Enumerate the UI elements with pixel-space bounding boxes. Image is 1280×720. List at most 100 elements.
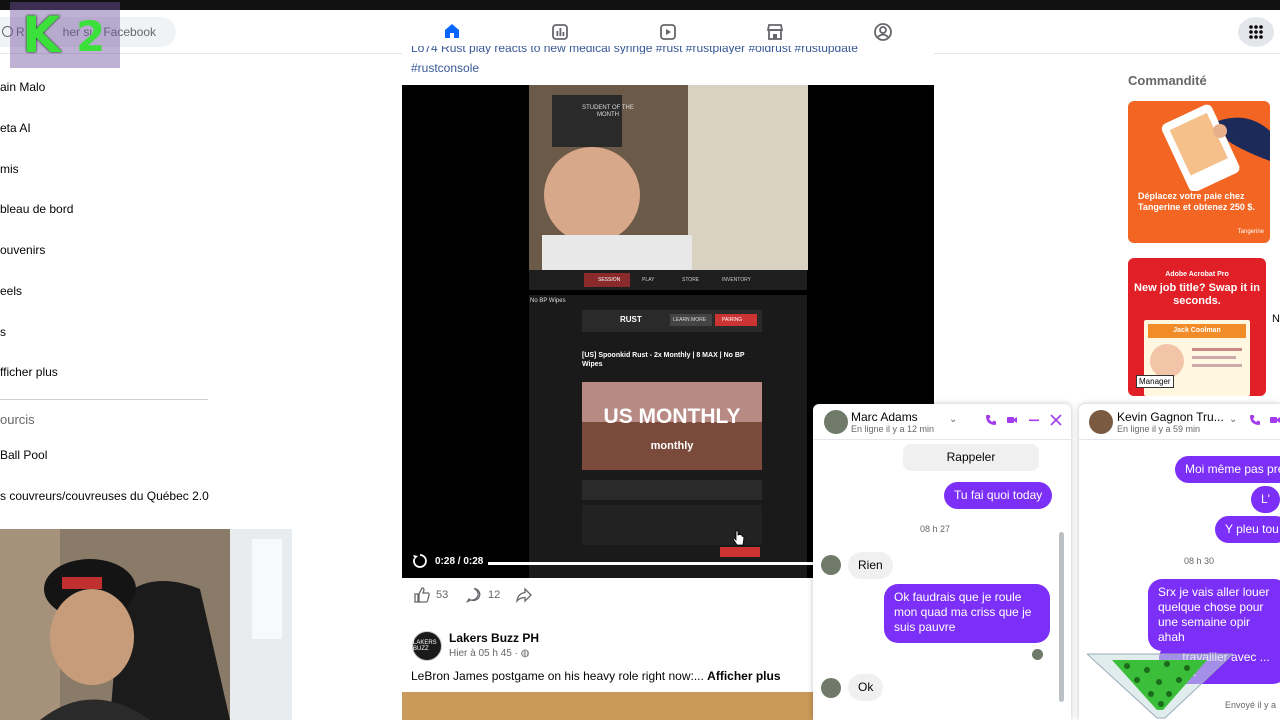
sidebar-item-profile[interactable]: ain Malo <box>0 80 45 94</box>
streamer-webcam <box>0 529 292 720</box>
video-menu-session: SESSION <box>598 277 621 283</box>
ad-tangerine-text: Déplacez votre paie chez Tangerine et ob… <box>1138 191 1255 212</box>
sidebar-divider <box>0 399 208 400</box>
chat-contact-status: En ligne il y a 12 min <box>851 424 935 434</box>
chat-timestamp: 08 h 30 <box>1184 556 1215 566</box>
top-black-strip <box>0 0 1280 10</box>
page-avatar[interactable]: LAKERS BUZZ <box>412 631 442 661</box>
message-out: Tu fai quoi today <box>944 482 1053 509</box>
marketplace-icon <box>766 24 784 40</box>
shortcut-group-couvreurs[interactable]: s couvreurs/couvreuses du Québec 2.0 <box>0 489 209 503</box>
video-pairing: PAIRING <box>722 317 743 323</box>
message-out: Srx je vais aller louer quelque chose po… <box>1148 579 1280 651</box>
menu-grid-button[interactable] <box>1238 17 1274 47</box>
message-in: Ok <box>848 674 884 701</box>
globe-icon: ◍ <box>520 648 530 659</box>
video-server-tag: No BP Wipes <box>530 298 566 304</box>
message-in: Rien <box>848 552 893 579</box>
chat-contact-name[interactable]: Marc Adams <box>851 410 918 424</box>
video-time: 0:28 / 0:28 <box>435 556 484 567</box>
video-poster-text: STUDENT OF THE MONTH <box>582 105 634 118</box>
video-rust-logo: RUST <box>620 315 642 324</box>
sidebar-item-reels[interactable]: eels <box>0 284 22 298</box>
glass-overlay-image <box>1087 653 1233 719</box>
post-hashtags: Lo74 Rust play reacts to new medical syr… <box>411 46 931 76</box>
hashtags-line-1[interactable]: Lo74 Rust play reacts to new medical syr… <box>411 46 931 54</box>
resume-line <box>1192 356 1236 359</box>
callback-button[interactable]: Rappeler <box>903 444 1039 471</box>
post-timestamp[interactable]: Hier à 05 h 45 · ◍ <box>449 648 529 659</box>
phone-icon[interactable] <box>1249 414 1261 426</box>
minimize-icon[interactable] <box>1028 414 1040 426</box>
grid-icon <box>1249 25 1263 39</box>
sidebar-item-s[interactable]: s <box>0 325 6 339</box>
sidebar-item-dashboard[interactable]: bleau de bord <box>0 202 73 216</box>
video-icon <box>660 24 676 40</box>
ad-adobe-resume-name: Jack Coolman <box>1148 324 1246 338</box>
sidebar-see-more[interactable]: fficher plus <box>0 365 58 379</box>
chat-avatar-small <box>821 678 841 698</box>
chat-avatar[interactable] <box>1089 410 1113 434</box>
sidebar-item-meta-ai[interactable]: eta AI <box>0 121 31 135</box>
video-learn-more: LEARN MORE <box>673 317 707 323</box>
chat-header[interactable]: Kevin Gagnon Tru... En ligne il y a 59 m… <box>1079 404 1280 440</box>
comment-icon[interactable] <box>466 587 482 603</box>
video-banner-small: monthly <box>650 440 694 452</box>
chat-window-marc: Marc Adams En ligne il y a 12 min ⌄ Rapp… <box>813 404 1071 720</box>
comment-count: 12 <box>488 589 501 601</box>
chat-contact-name[interactable]: Kevin Gagnon Tru... <box>1117 410 1224 424</box>
chat-scrollbar[interactable] <box>1059 532 1064 702</box>
chevron-down-icon[interactable]: ⌄ <box>1229 414 1237 425</box>
message-out: Ok faudrais que je roule mon quad ma cri… <box>884 584 1050 643</box>
close-icon[interactable] <box>1050 414 1062 426</box>
post-time-text: Hier à 05 h 45 · <box>449 648 521 659</box>
resume-line <box>1192 364 1242 367</box>
like-icon[interactable] <box>414 587 430 603</box>
ad-adobe-headline: New job title? Swap it in seconds. <box>1134 282 1260 307</box>
chat-header[interactable]: Marc Adams En ligne il y a 12 min ⌄ <box>813 404 1071 440</box>
post-body-text: LeBron James postgame on his heavy role … <box>411 669 708 683</box>
message-out: L' <box>1251 486 1280 513</box>
chat-avatar-small <box>821 555 841 575</box>
ad-adobe[interactable]: Adobe Acrobat Pro New job title? Swap it… <box>1128 258 1266 396</box>
video-call-icon[interactable] <box>1269 414 1280 426</box>
ad-adobe-tag: Manager <box>1136 375 1174 388</box>
cursor-hand-icon <box>733 530 745 546</box>
sponsored-title: Commandité <box>1128 73 1207 88</box>
ad-adobe-brand: Adobe Acrobat Pro <box>1165 271 1229 278</box>
read-receipt-avatar <box>1032 649 1043 660</box>
video-menu-store: STORE <box>682 277 700 283</box>
video-banner-big: US MONTHLY <box>603 405 741 428</box>
share-icon[interactable] <box>516 587 532 603</box>
resume-line <box>1192 348 1242 351</box>
message-out: Moi même pas pre <box>1175 456 1280 483</box>
dashboard-icon <box>552 24 568 40</box>
post-image[interactable] <box>402 692 813 720</box>
video-call-icon[interactable] <box>1006 414 1018 426</box>
webcam-image <box>0 529 292 720</box>
page-avatar-text: LAKERS BUZZ <box>413 640 437 652</box>
chat-avatar[interactable] <box>824 410 848 434</box>
hashtags-line-2[interactable]: #rustconsole <box>411 60 931 76</box>
see-more-link[interactable]: Afficher plus <box>707 669 780 683</box>
post-page-name[interactable]: Lakers Buzz PH <box>449 631 539 645</box>
sidebar-item-memories[interactable]: ouvenirs <box>0 243 45 257</box>
video-menu-inventory: INVENTORY <box>722 277 751 283</box>
message-out: Y pleu tou <box>1215 516 1280 543</box>
phone-icon[interactable] <box>985 414 997 426</box>
logo-letter: K <box>22 6 61 64</box>
chevron-down-icon[interactable]: ⌄ <box>949 414 957 425</box>
profile-icon <box>874 23 892 41</box>
like-count: 53 <box>436 589 449 601</box>
replay-icon[interactable] <box>412 553 428 569</box>
shortcut-8-ball-pool[interactable]: Ball Pool <box>0 448 47 462</box>
home-icon <box>445 23 459 38</box>
chat-timestamp: 08 h 27 <box>920 524 951 534</box>
ad-tangerine[interactable]: Déplacez votre paie chez Tangerine et ob… <box>1128 101 1270 243</box>
resume-photo <box>1150 344 1184 378</box>
chat-window-kevin: Kevin Gagnon Tru... En ligne il y a 59 m… <box>1079 404 1280 720</box>
feed-post-lakers: LAKERS BUZZ Lakers Buzz PH Hier à 05 h 4… <box>402 622 813 720</box>
sidebar-item-friends[interactable]: mis <box>0 162 19 176</box>
shortcuts-title: ourcis <box>0 412 35 427</box>
ad-tangerine-brand: Tangerine <box>1237 229 1264 235</box>
